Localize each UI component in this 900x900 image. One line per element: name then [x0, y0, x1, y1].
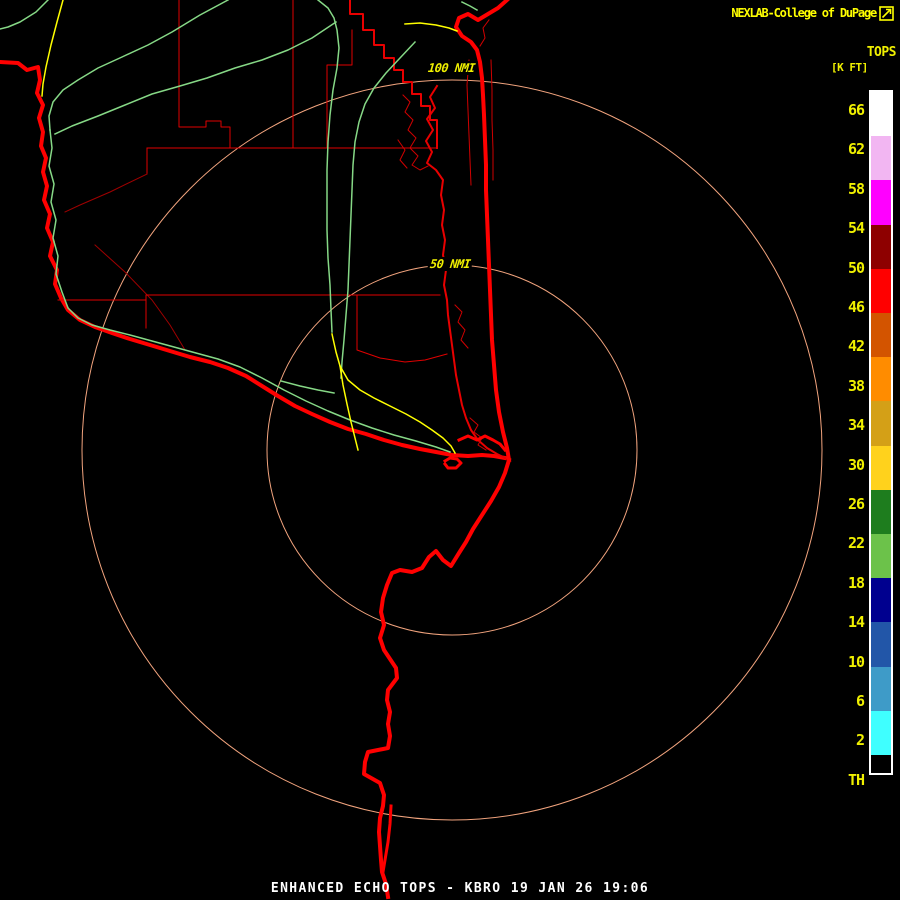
- page-title: NEXLAB-College of DuPage: [731, 6, 877, 20]
- port-area-2: [442, 456, 463, 470]
- highway-green-vertical-a: [316, 0, 340, 333]
- radar-map: [0, 0, 823, 900]
- county-line-9: [356, 294, 448, 363]
- scale-segment-14: [871, 710, 891, 756]
- highway-yellow-south-stub: [339, 365, 359, 451]
- highway-green-1: [0, 0, 50, 30]
- highway-yellow-baffin: [404, 22, 458, 32]
- radar-display: NEXLAB-College of DuPage TOPS [K FT] 66 6…: [0, 0, 900, 900]
- highway-green-2: [48, 0, 230, 131]
- county-line-5: [64, 173, 148, 213]
- scale-segment-4: [871, 268, 891, 314]
- scale-tick-62: 62: [847, 140, 865, 159]
- scale-tick-54: 54: [847, 219, 865, 238]
- scale-tick-42: 42: [847, 337, 865, 356]
- scale-tick-50: 50: [847, 258, 865, 277]
- highway-green-river-road: [48, 129, 451, 453]
- color-scale-bar: [869, 90, 893, 775]
- header: NEXLAB-College of DuPage: [731, 5, 894, 21]
- highway-green-vertical-b: [340, 40, 417, 379]
- scale-segment-0: [871, 92, 891, 137]
- scale-tick-TH: TH: [847, 770, 865, 789]
- scale-segment-11: [871, 578, 891, 623]
- scale-tick-46: 46: [847, 298, 865, 316]
- scale-segment-3: [871, 224, 891, 269]
- upper-lagoon-staircase: [349, 0, 438, 149]
- scale-tick-18: 18: [847, 573, 865, 592]
- scale-tick-38: 38: [847, 376, 865, 395]
- range-ring-label-50nmi: 50 NMI: [427, 257, 474, 271]
- scale-tick-10: 10: [847, 652, 865, 671]
- baffin-bay-detail: [479, 19, 490, 47]
- scale-tick-66: 66: [847, 101, 865, 119]
- highway-green-south-segment: [280, 380, 335, 394]
- landcut-line-west: [466, 59, 472, 186]
- coast-hairpin-inlet: [381, 804, 393, 874]
- scale-segment-13: [871, 666, 891, 711]
- scale-segment-bottom: [871, 755, 891, 774]
- scale-segment-9: [871, 489, 891, 535]
- scale-units-label: [K FT]: [831, 61, 868, 74]
- box-diagonal-arrow-icon: [879, 6, 894, 21]
- range-ring-100nmi: [81, 79, 823, 821]
- range-ring-label-100nmi: 100 NMI: [425, 61, 478, 75]
- county-line-6: [94, 244, 186, 351]
- scale-tick-6: 6: [855, 692, 865, 710]
- scale-segment-7: [871, 401, 891, 446]
- scale-segment-12: [871, 622, 891, 667]
- scale-title: TOPS: [866, 45, 897, 60]
- scale-tick-14: 14: [847, 613, 865, 632]
- marsh-squiggle-2: [397, 139, 408, 169]
- scale-tick-22: 22: [847, 534, 865, 553]
- highway-green-3: [54, 20, 338, 135]
- range-ring-50nmi: [266, 264, 638, 636]
- scale-tick-30: 30: [847, 455, 865, 474]
- marsh-squiggle-3: [454, 304, 469, 349]
- scale-tick-58: 58: [847, 179, 865, 198]
- scale-tick-2: 2: [855, 731, 865, 750]
- landcut-line-east: [490, 59, 494, 181]
- scale-segment-6: [871, 357, 891, 402]
- status-bar-text: ENHANCED ECHO TOPS - KBRO 19 JAN 26 19:0…: [270, 881, 650, 896]
- scale-segment-1: [871, 136, 891, 181]
- scale-segment-5: [871, 313, 891, 358]
- scale-tick-26: 26: [847, 495, 865, 513]
- scale-tick-34: 34: [847, 416, 865, 435]
- scale-segment-8: [871, 445, 891, 490]
- county-line-1: [178, 0, 231, 149]
- scale-segment-10: [871, 534, 891, 579]
- scale-segment-2: [871, 180, 891, 225]
- highway-green-top-right: [460, 0, 479, 12]
- highway-yellow-north: [41, 0, 64, 97]
- coastline-south: [362, 457, 512, 900]
